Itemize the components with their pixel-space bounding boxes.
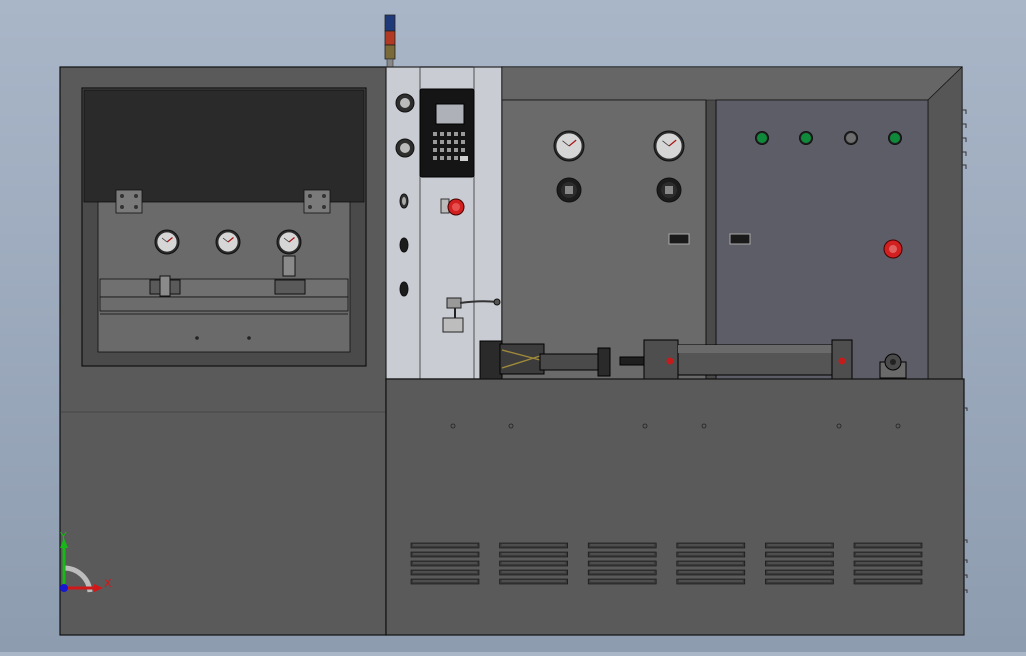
triad-z-axis [60,584,68,592]
left-window-inner [97,201,351,353]
column-gauge-2 [395,138,415,158]
cad-viewport[interactable]: X Y [0,0,1026,652]
indicator-light-2 [799,131,813,145]
window-hinge-right [303,189,331,214]
tower-light-segment-1 [384,14,396,32]
hmi-display [435,103,465,125]
left-pressure-gauge-2 [215,229,241,255]
stop-button [883,239,903,259]
pipe-rail-upper [99,278,349,298]
window-hinge-left [115,189,143,214]
indicator-light-3 [844,131,858,145]
lower-right-cabinet [385,378,965,636]
emergency-stop-button [440,198,465,216]
pipe-rail-lower [99,296,349,312]
column-port-1 [399,193,409,209]
machine-cabinet [59,66,968,636]
indicator-light-1 [755,131,769,145]
pressure-readout-2 [656,177,682,203]
selector-switch-2 [729,233,751,245]
upper-pressure-gauge-1 [553,130,585,162]
selector-switch-1 [668,233,690,245]
left-window-dark [83,89,365,203]
hydraulic-cylinder-assembly [479,339,907,381]
tower-light-segment-2 [384,30,396,46]
tower-light-segment-3 [384,44,396,60]
pressure-readout-1 [556,177,582,203]
left-pressure-gauge-1 [154,229,180,255]
cad-model-view: X Y [59,14,968,636]
column-gauge-1 [395,93,415,113]
column-port-3 [399,281,409,297]
triad-x-label: X [104,577,112,590]
upper-pressure-gauge-2 [653,130,685,162]
column-port-2 [399,237,409,253]
triad-y-label: Y [59,530,67,543]
tower-light [384,14,396,69]
indicator-light-4 [888,131,902,145]
left-pressure-gauge-3 [276,229,302,255]
hmi-controller [419,88,475,178]
